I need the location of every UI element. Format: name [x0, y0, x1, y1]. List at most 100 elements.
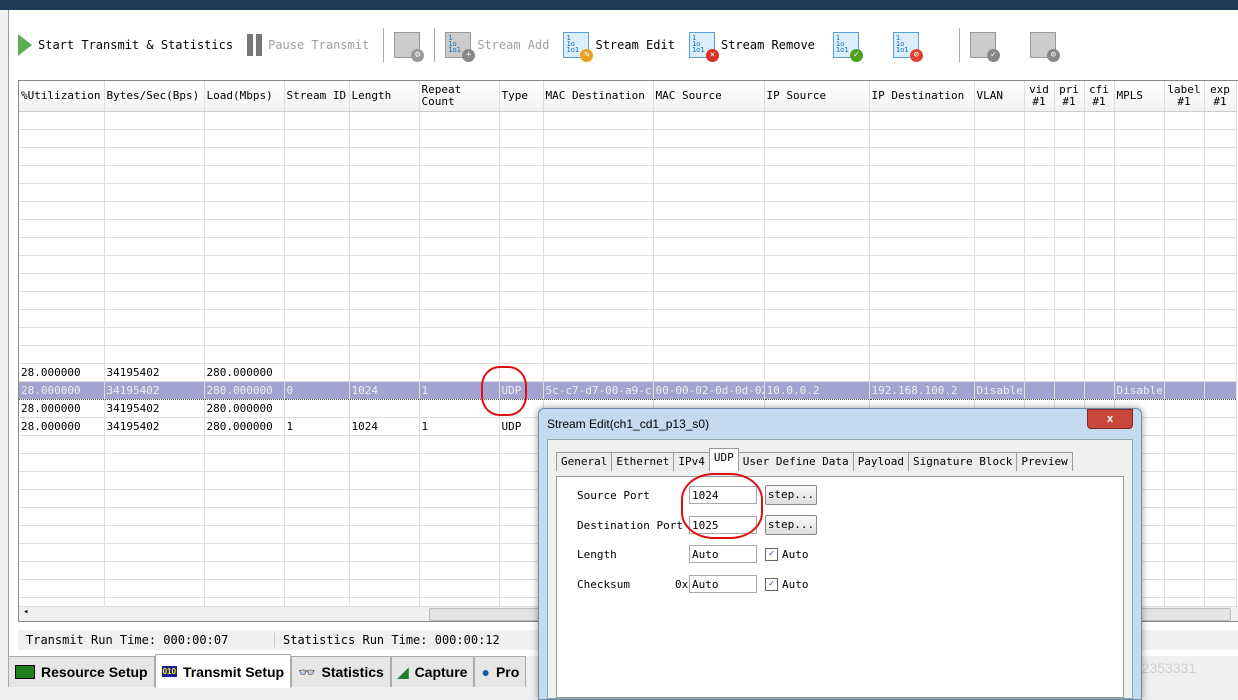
cell — [1204, 147, 1237, 166]
dialog-tab-ethernet[interactable]: Ethernet — [611, 452, 675, 471]
column-header[interactable]: Load(Mbps) — [204, 81, 285, 112]
start-transmit-button[interactable]: Start Transmit & Statistics — [18, 34, 233, 56]
dialog-tab-user-define-data[interactable]: User Define Data — [737, 452, 854, 471]
cell — [1024, 381, 1055, 400]
column-header[interactable]: Stream ID — [284, 81, 350, 112]
cell — [1054, 129, 1085, 148]
tab-protocol[interactable]: ● Pro — [474, 656, 527, 687]
stream-add-icon: 1 1o 1o1 + — [445, 32, 476, 62]
cell — [974, 183, 1025, 202]
cell — [1204, 489, 1237, 508]
tab-transmit-setup[interactable]: 010 Transmit Setup — [154, 654, 292, 688]
stream-add-button[interactable]: 1 1o 1o1 + Stream Add — [445, 32, 549, 62]
cell — [19, 219, 105, 238]
cell — [204, 471, 285, 490]
empty-row — [19, 111, 1237, 130]
dialog-tab-signature-block[interactable]: Signature Block — [908, 452, 1018, 471]
stream-enable-button[interactable]: 1 1o 1o1 ✓ — [832, 32, 863, 62]
source-port-step-button[interactable]: step... — [765, 485, 817, 505]
cell — [1204, 417, 1237, 436]
cell — [19, 471, 105, 490]
column-header[interactable]: Type — [499, 81, 544, 112]
column-header[interactable]: IP Destination — [869, 81, 975, 112]
cell — [1024, 237, 1055, 256]
cell — [1114, 255, 1165, 274]
tab-capture[interactable]: ◢ Capture — [390, 656, 475, 687]
table-row[interactable]: 28.000000 34195402 280.000000 0 1024 1 UDP 5c-c… — [19, 381, 1237, 400]
column-header[interactable]: MPLS — [1114, 81, 1165, 112]
tab-resource-setup[interactable]: Resource Setup — [8, 656, 155, 687]
close-button[interactable]: x — [1087, 409, 1133, 429]
stream-edit-button[interactable]: 1 1o 1o1 ✎ Stream Edit — [563, 32, 675, 62]
cell — [1084, 255, 1115, 274]
checksum-input[interactable]: Auto — [689, 575, 757, 593]
port-config-button[interactable]: ⚙ — [394, 32, 425, 62]
scroll-left-arrow-icon[interactable]: ◂ — [23, 607, 28, 617]
cell — [349, 309, 420, 328]
cell — [1114, 201, 1165, 220]
cell — [764, 327, 870, 346]
column-header[interactable]: Length — [349, 81, 420, 112]
column-header[interactable]: IP Source — [764, 81, 870, 112]
pause-transmit-button[interactable]: Pause Transmit — [247, 34, 369, 56]
cell — [499, 219, 544, 238]
dialog-tab-preview[interactable]: Preview — [1016, 452, 1073, 471]
cell: 10.0.0.2 — [764, 381, 870, 400]
dialog-tab-ipv4[interactable]: IPv4 — [673, 452, 710, 471]
cell — [869, 201, 975, 220]
dialog-body: General Ethernet IPv4 UDP User Define Data Pa… — [547, 439, 1133, 699]
table-row[interactable]: 28.000000 34195402 280.000000 — [19, 363, 1237, 382]
stream-disable-button[interactable]: 1 1o 1o1 ⊘ — [892, 32, 923, 62]
column-header[interactable]: MAC Source — [653, 81, 765, 112]
column-header[interactable]: VLAN — [974, 81, 1025, 112]
length-auto-checkbox[interactable]: ✓ — [765, 547, 778, 561]
cell — [1204, 453, 1237, 472]
cell — [499, 543, 544, 562]
dest-port-step-button[interactable]: step... — [765, 515, 817, 535]
cell — [419, 255, 500, 274]
empty-row — [19, 219, 1237, 238]
column-header[interactable]: %Utilization — [19, 81, 105, 112]
length-input[interactable]: Auto — [689, 545, 757, 563]
tab-statistics[interactable]: 👓 Statistics — [291, 656, 391, 687]
column-header[interactable]: label #1 — [1164, 81, 1205, 112]
binoculars-icon: 👓 — [298, 663, 316, 680]
cell — [104, 219, 205, 238]
cell — [764, 273, 870, 292]
cell — [974, 111, 1025, 130]
stream-remove-button[interactable]: 1 1o 1o1 ✕ Stream Remove — [688, 32, 815, 62]
cell — [653, 129, 765, 148]
cell — [1164, 579, 1205, 598]
cell — [869, 129, 975, 148]
column-header[interactable]: Repeat Count — [419, 81, 500, 112]
cell — [1204, 219, 1237, 238]
column-header[interactable]: pri #1 — [1054, 81, 1085, 112]
dialog-tab-udp[interactable]: UDP — [708, 448, 739, 471]
cell — [1164, 201, 1205, 220]
cell — [204, 543, 285, 562]
cell — [653, 291, 765, 310]
cell — [104, 237, 205, 256]
column-header[interactable]: MAC Destination — [543, 81, 654, 112]
cell — [1204, 561, 1237, 580]
port-enable-button[interactable]: ✓ — [969, 32, 1000, 62]
column-header[interactable]: cfi #1 — [1084, 81, 1115, 112]
cell — [19, 237, 105, 256]
cell — [764, 165, 870, 184]
checksum-auto-checkbox[interactable]: ✓ — [765, 577, 778, 591]
column-header[interactable]: exp #1 — [1204, 81, 1237, 112]
cell — [419, 309, 500, 328]
cell — [19, 435, 105, 454]
cell — [284, 111, 350, 130]
stream-edit-icon: 1 1o 1o1 ✎ — [563, 32, 594, 62]
cell — [1054, 309, 1085, 328]
cell — [1164, 471, 1205, 490]
dialog-tab-payload[interactable]: Payload — [852, 452, 910, 471]
column-header[interactable]: vid #1 — [1024, 81, 1055, 112]
cell — [104, 201, 205, 220]
cell — [1024, 129, 1055, 148]
column-header[interactable]: Bytes/Sec(Bps) — [104, 81, 205, 112]
cell — [1084, 273, 1115, 292]
port-disable-button[interactable]: ⊘ — [1029, 32, 1060, 62]
dialog-tab-general[interactable]: General — [556, 452, 613, 471]
